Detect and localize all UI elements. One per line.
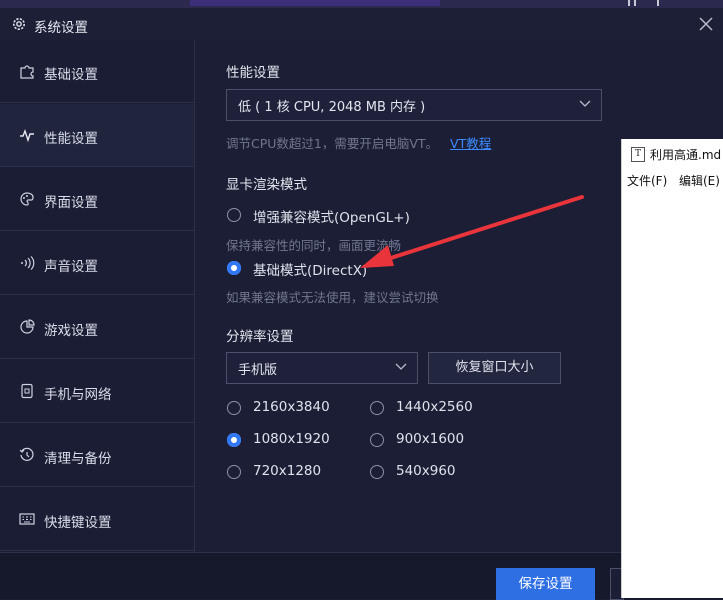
- resolution-heading: 分辨率设置: [226, 329, 294, 345]
- sidebar-item-label: 声音设置: [44, 259, 98, 275]
- render-mode-heading: 显卡渲染模式: [226, 177, 307, 193]
- performance-select[interactable]: 低 ( 1 核 CPU, 2048 MB 内存 ): [226, 89, 602, 121]
- phone-icon: [21, 383, 33, 399]
- radio-button[interactable]: [227, 465, 241, 479]
- pie-icon: [20, 319, 35, 334]
- radio-button[interactable]: [227, 261, 241, 275]
- sidebar-item-label: 快捷键设置: [44, 515, 112, 531]
- restore-window-label: 恢复窗口大小: [455, 360, 534, 375]
- window-title: 系统设置: [34, 20, 88, 36]
- radio-label: 1440x2560: [396, 399, 473, 415]
- radio-button[interactable]: [370, 401, 384, 415]
- radio-label: 540x960: [396, 463, 456, 479]
- sidebar-item-label: 基础设置: [44, 67, 98, 83]
- background-tick: [657, 0, 659, 6]
- radio-button[interactable]: [370, 465, 384, 479]
- title-bar: 系统设置: [0, 8, 723, 40]
- radio-button[interactable]: [227, 208, 241, 222]
- radio-button[interactable]: [370, 433, 384, 447]
- radio-label: 720x1280: [253, 463, 322, 479]
- text-file-icon: T: [631, 147, 645, 162]
- sidebar-item-phone-network[interactable]: 手机与网络: [0, 360, 194, 423]
- render-option-desc: 如果兼容模式无法使用，建议尝试切换: [226, 290, 439, 305]
- device-type-value: 手机版: [238, 363, 278, 378]
- device-type-select[interactable]: 手机版: [226, 352, 418, 384]
- performance-hint: 调节CPU数超过1，需要开启电脑VT。 VT教程: [226, 133, 491, 152]
- sidebar-item-label: 性能设置: [44, 131, 98, 147]
- menu-edit[interactable]: 编辑(E): [679, 172, 720, 189]
- radio-label: 2160x3840: [253, 399, 330, 415]
- close-icon[interactable]: [696, 14, 716, 34]
- chevron-down-icon: [579, 100, 591, 107]
- sidebar-item-hotkeys[interactable]: 快捷键设置: [0, 488, 194, 551]
- sidebar-item-basic[interactable]: 基础设置: [0, 40, 194, 103]
- pulse-icon: [20, 128, 34, 143]
- vt-tutorial-link[interactable]: VT教程: [450, 136, 491, 151]
- background-tick: [634, 0, 636, 6]
- render-option-desc: 保持兼容性的同时，画面更流畅: [226, 238, 402, 253]
- history-icon: [19, 447, 34, 461]
- radio-button[interactable]: [227, 433, 241, 447]
- background-tick: [628, 0, 630, 6]
- sidebar-item-sound[interactable]: 声音设置: [0, 232, 194, 295]
- performance-heading: 性能设置: [226, 65, 280, 81]
- sidebar-item-game[interactable]: 游戏设置: [0, 296, 194, 359]
- notepad-tab[interactable]: T 利用高通.md: [622, 139, 723, 169]
- sidebar-item-interface[interactable]: 界面设置: [0, 168, 194, 231]
- sidebar-item-label: 清理与备份: [44, 451, 112, 467]
- background-strip: [0, 0, 723, 8]
- radio-label: 1080x1920: [253, 431, 330, 447]
- radio-label: 基础模式(DirectX): [253, 263, 368, 279]
- radio-label: 增强兼容模式(OpenGL+): [253, 210, 410, 226]
- sound-wave-icon: [21, 256, 35, 270]
- sidebar-item-cleanup-backup[interactable]: 清理与备份: [0, 424, 194, 487]
- sidebar: 基础设置 性能设置 界面设置 声音设置 游戏设置 手机与网络 清理与备份 快捷键…: [0, 40, 195, 552]
- palette-icon: [20, 192, 34, 206]
- performance-select-value: 低 ( 1 核 CPU, 2048 MB 内存 ): [238, 100, 426, 115]
- radio-label: 900x1600: [396, 431, 465, 447]
- gear-icon: [13, 18, 25, 30]
- sidebar-item-label: 界面设置: [44, 195, 98, 211]
- restore-window-button[interactable]: 恢复窗口大小: [428, 352, 561, 384]
- notepad-title: 利用高通.md: [650, 148, 722, 162]
- notepad-window: T 利用高通.md 文件(F) 编辑(E): [621, 139, 723, 598]
- sidebar-item-label: 手机与网络: [44, 387, 112, 403]
- save-settings-label: 保存设置: [518, 576, 573, 592]
- radio-button[interactable]: [227, 401, 241, 415]
- puzzle-icon: [20, 65, 34, 79]
- background-banner: [190, 0, 440, 6]
- performance-hint-text: 调节CPU数超过1，需要开启电脑VT。: [226, 136, 439, 151]
- chevron-down-icon: [395, 363, 407, 370]
- menu-file[interactable]: 文件(F): [627, 172, 667, 189]
- sidebar-item-performance[interactable]: 性能设置: [0, 104, 194, 167]
- sidebar-item-label: 游戏设置: [44, 323, 98, 339]
- save-settings-button[interactable]: 保存设置: [496, 568, 595, 600]
- keyboard-icon: [19, 513, 35, 525]
